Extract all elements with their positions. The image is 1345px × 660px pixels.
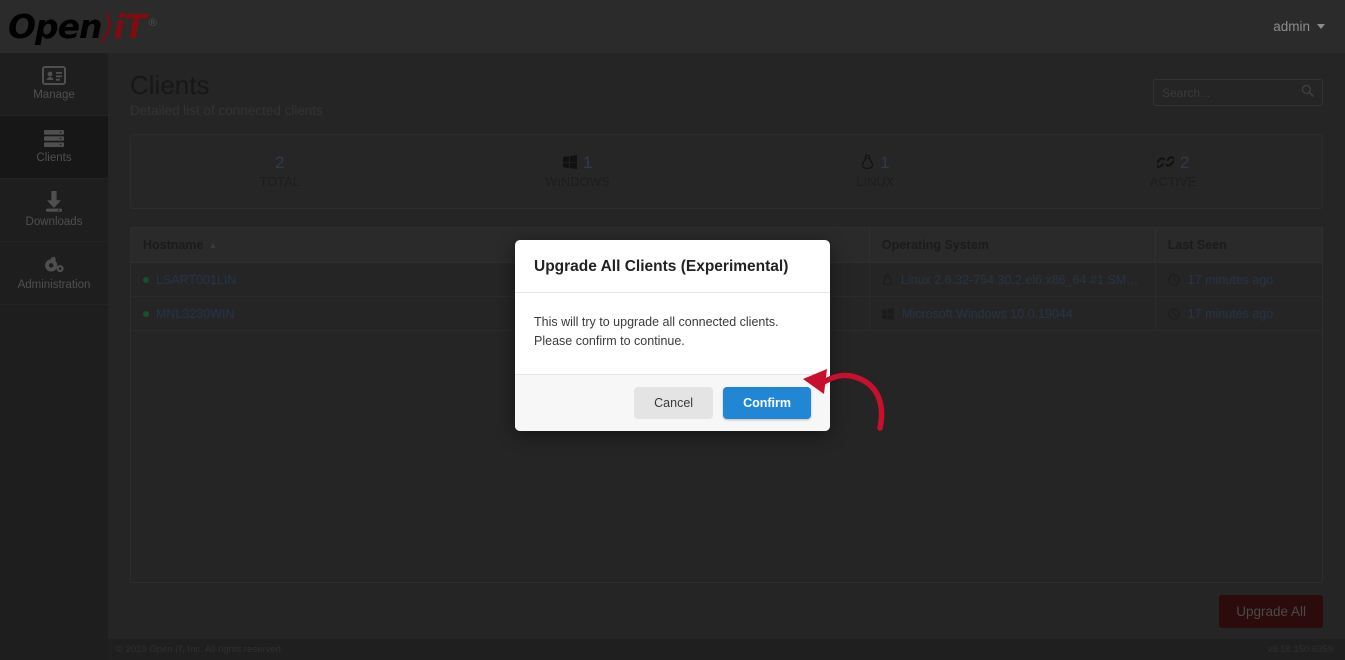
cancel-button[interactable]: Cancel — [634, 386, 714, 419]
confirm-button[interactable]: Confirm — [723, 386, 811, 419]
modal-header: Upgrade All Clients (Experimental) — [515, 240, 830, 293]
modal-text-line1: This will try to upgrade all connected c… — [534, 315, 779, 329]
modal-text-line2: Please confirm to continue. — [534, 334, 685, 349]
upgrade-all-confirm-modal: Upgrade All Clients (Experimental) This … — [515, 240, 830, 431]
modal-footer: Cancel Confirm — [515, 374, 830, 431]
modal-title: Upgrade All Clients (Experimental) — [534, 258, 789, 275]
modal-body: This will try to upgrade all connected c… — [515, 293, 830, 375]
